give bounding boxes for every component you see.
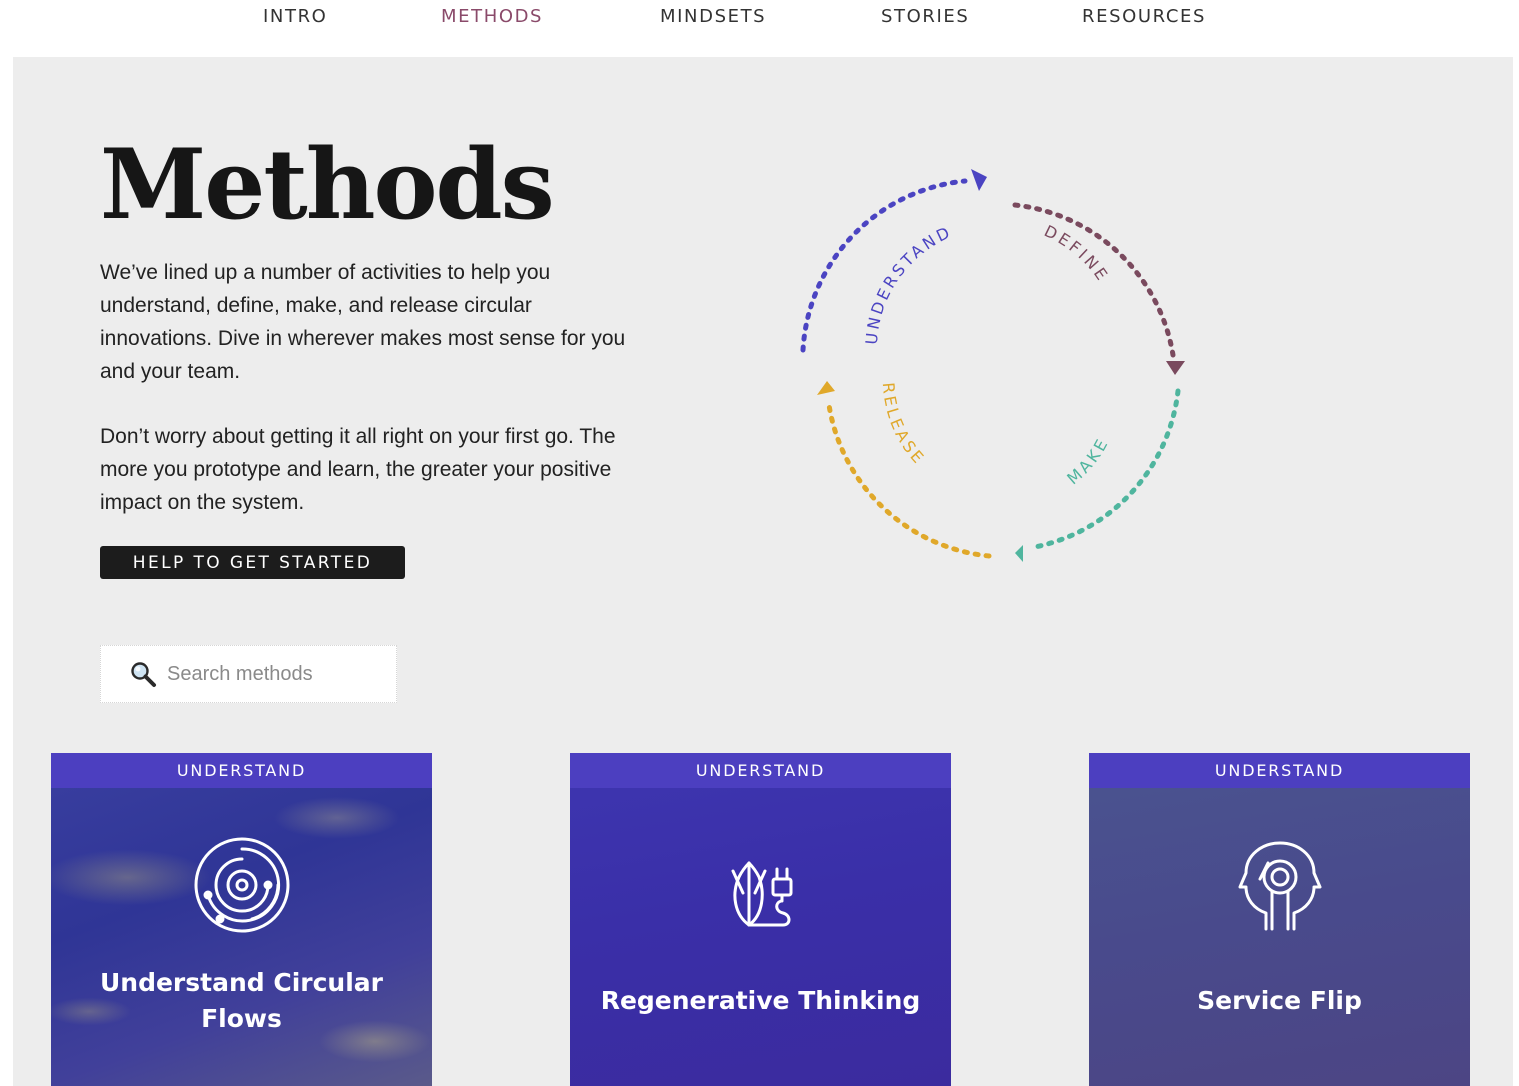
- methods-hero: Methods We’ve lined up a number of activ…: [13, 57, 1513, 1086]
- nav-item-stories[interactable]: STORIES: [881, 6, 969, 27]
- nav-item-mindsets[interactable]: MINDSETS: [660, 6, 766, 27]
- method-card-understand-circular-flows[interactable]: UNDERSTAND Understand Circular Flows: [51, 753, 432, 1086]
- help-to-get-started-button[interactable]: HELP TO GET STARTED: [100, 546, 405, 579]
- cycle-label-release: RELEASE: [879, 382, 930, 469]
- nav-item-methods[interactable]: METHODS: [441, 6, 543, 27]
- cycle-label-make: MAKE: [1063, 434, 1112, 488]
- cycle-label-define: DEFINE: [1041, 221, 1113, 286]
- nav-item-resources[interactable]: RESOURCES: [1082, 6, 1206, 27]
- cycle-arc-release: [817, 381, 992, 559]
- cycle-arc-make: [1015, 388, 1181, 562]
- card-category: UNDERSTAND: [51, 753, 432, 788]
- card-category: UNDERSTAND: [570, 753, 951, 788]
- cycle-label-understand: UNDERSTAND: [862, 222, 955, 346]
- method-card-regenerative-thinking[interactable]: UNDERSTAND Regenerative Thinking: [570, 753, 951, 1086]
- intro-paragraph-secondary: Don’t worry about getting it all right o…: [100, 425, 616, 514]
- method-cycle-diagram: UNDERSTAND DEFINE MAKE RELEASE: [800, 169, 1185, 562]
- top-nav: INTRO METHODS MINDSETS STORIES RESOURCES: [0, 0, 1519, 40]
- circular-orbit-icon: [190, 833, 294, 937]
- card-category: UNDERSTAND: [1089, 753, 1470, 788]
- card-title: Regenerative Thinking: [600, 986, 921, 1015]
- card-title: Understand Circular Flows: [99, 968, 383, 1033]
- cycle-arc-define: [1012, 202, 1185, 375]
- card-title: Service Flip: [1197, 986, 1362, 1015]
- magnifier-icon: [129, 660, 157, 688]
- plant-plug-icon: [709, 833, 813, 937]
- search-box: [100, 645, 397, 703]
- page-title: Methods: [100, 128, 555, 241]
- intro-paragraph: We’ve lined up a number of activities to…: [100, 261, 626, 383]
- search-input[interactable]: [165, 661, 389, 687]
- method-card-service-flip[interactable]: UNDERSTAND Service Flip: [1089, 753, 1470, 1086]
- nav-item-intro[interactable]: INTRO: [263, 6, 327, 27]
- head-profile-icon: [1228, 833, 1332, 937]
